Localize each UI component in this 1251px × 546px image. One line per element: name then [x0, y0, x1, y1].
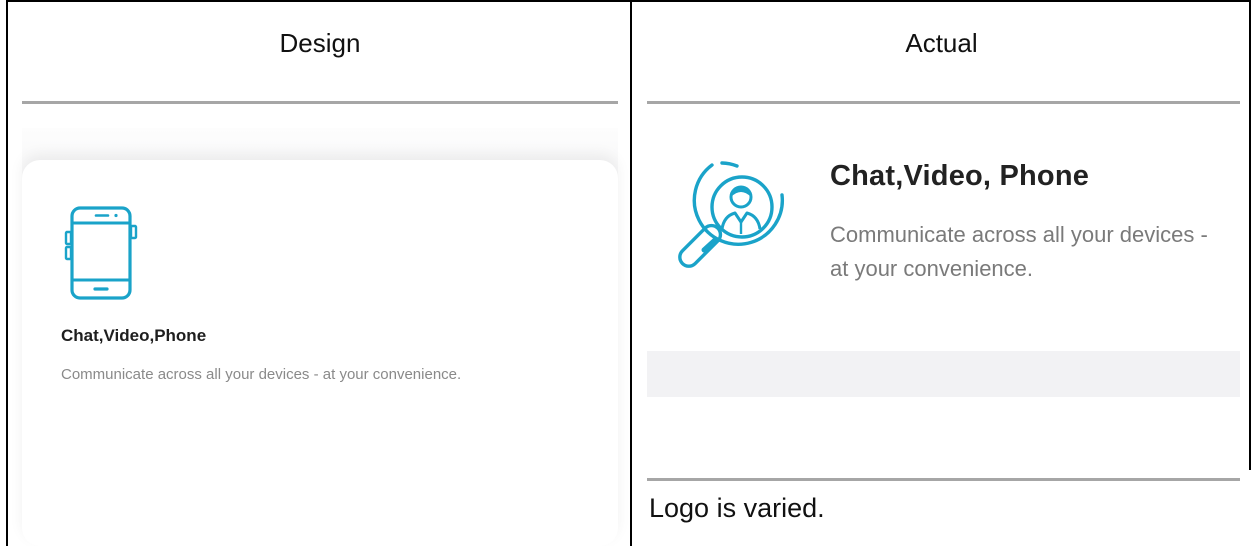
actual-column-header: Actual — [905, 28, 978, 58]
magnifier-user-icon — [678, 161, 785, 268]
table-left-border — [6, 0, 8, 546]
smartphone-icon — [64, 206, 138, 300]
design-header-rule — [22, 101, 618, 104]
note-rule — [647, 478, 1240, 481]
actual-gray-band — [647, 351, 1240, 397]
difference-note: Logo is varied. — [649, 493, 825, 523]
table-top-border — [6, 0, 1251, 2]
actual-card-description: Communicate across all your devices - at… — [830, 222, 1208, 281]
actual-card-title: Chat,Video, Phone — [830, 160, 1090, 192]
design-card-title: Chat,Video,Phone — [61, 326, 207, 345]
design-card-description: Communicate across all your devices - at… — [61, 366, 462, 383]
actual-header-rule — [647, 101, 1240, 104]
table-middle-border — [630, 0, 632, 546]
design-column-header: Design — [279, 28, 361, 58]
